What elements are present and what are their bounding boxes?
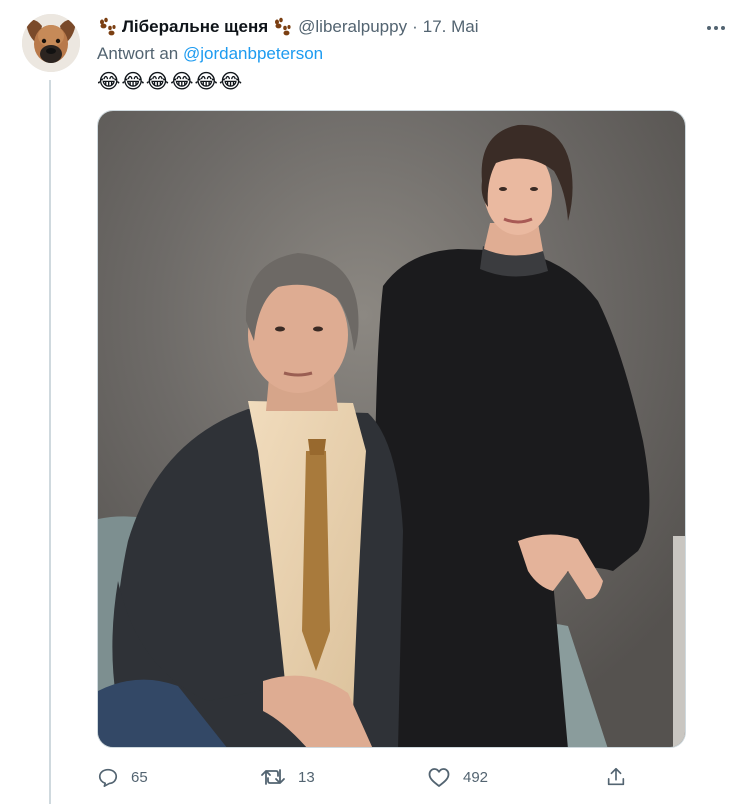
more-options-button[interactable] [702,14,730,42]
more-horizontal-icon [707,26,725,30]
tweet-photo[interactable] [97,110,686,748]
display-name[interactable]: Ліберальне щеня [122,17,268,37]
avatar[interactable] [22,14,80,72]
retweet-count: 13 [298,768,315,786]
paw-prints-icon [100,17,116,36]
reply-mention-link[interactable]: @jordanbpeterson [183,44,323,63]
like-count: 492 [463,768,489,786]
reply-count: 65 [131,768,148,786]
retweet-icon [261,769,285,785]
reply-context: Antwort an @jordanbpeterson [97,44,323,64]
reply-button[interactable]: 65 [97,762,148,792]
tweet-actions: 65 13 492 [97,762,657,792]
like-button[interactable]: 492 [427,762,488,792]
share-icon [607,767,625,786]
photo-image [98,111,685,747]
tweet-text: 😂😂😂😂😂😂 [97,71,244,93]
user-handle[interactable]: @liberalpuppy [298,17,407,37]
tweet[interactable]: Ліберальне щеня @liberalpuppy · 17. Mai … [0,0,748,804]
tweet-date[interactable]: 17. Mai [423,17,479,37]
paw-prints-icon [275,17,291,36]
separator-dot: · [412,17,418,36]
retweet-button[interactable]: 13 [260,762,315,792]
tweet-header: Ліберальне щеня @liberalpuppy · 17. Mai [97,15,479,39]
share-button[interactable] [605,762,627,792]
dog-avatar-icon [22,14,80,72]
reply-icon [98,768,118,787]
heart-icon [428,768,450,787]
reply-prefix: Antwort an [97,44,179,63]
thread-line [49,80,51,804]
